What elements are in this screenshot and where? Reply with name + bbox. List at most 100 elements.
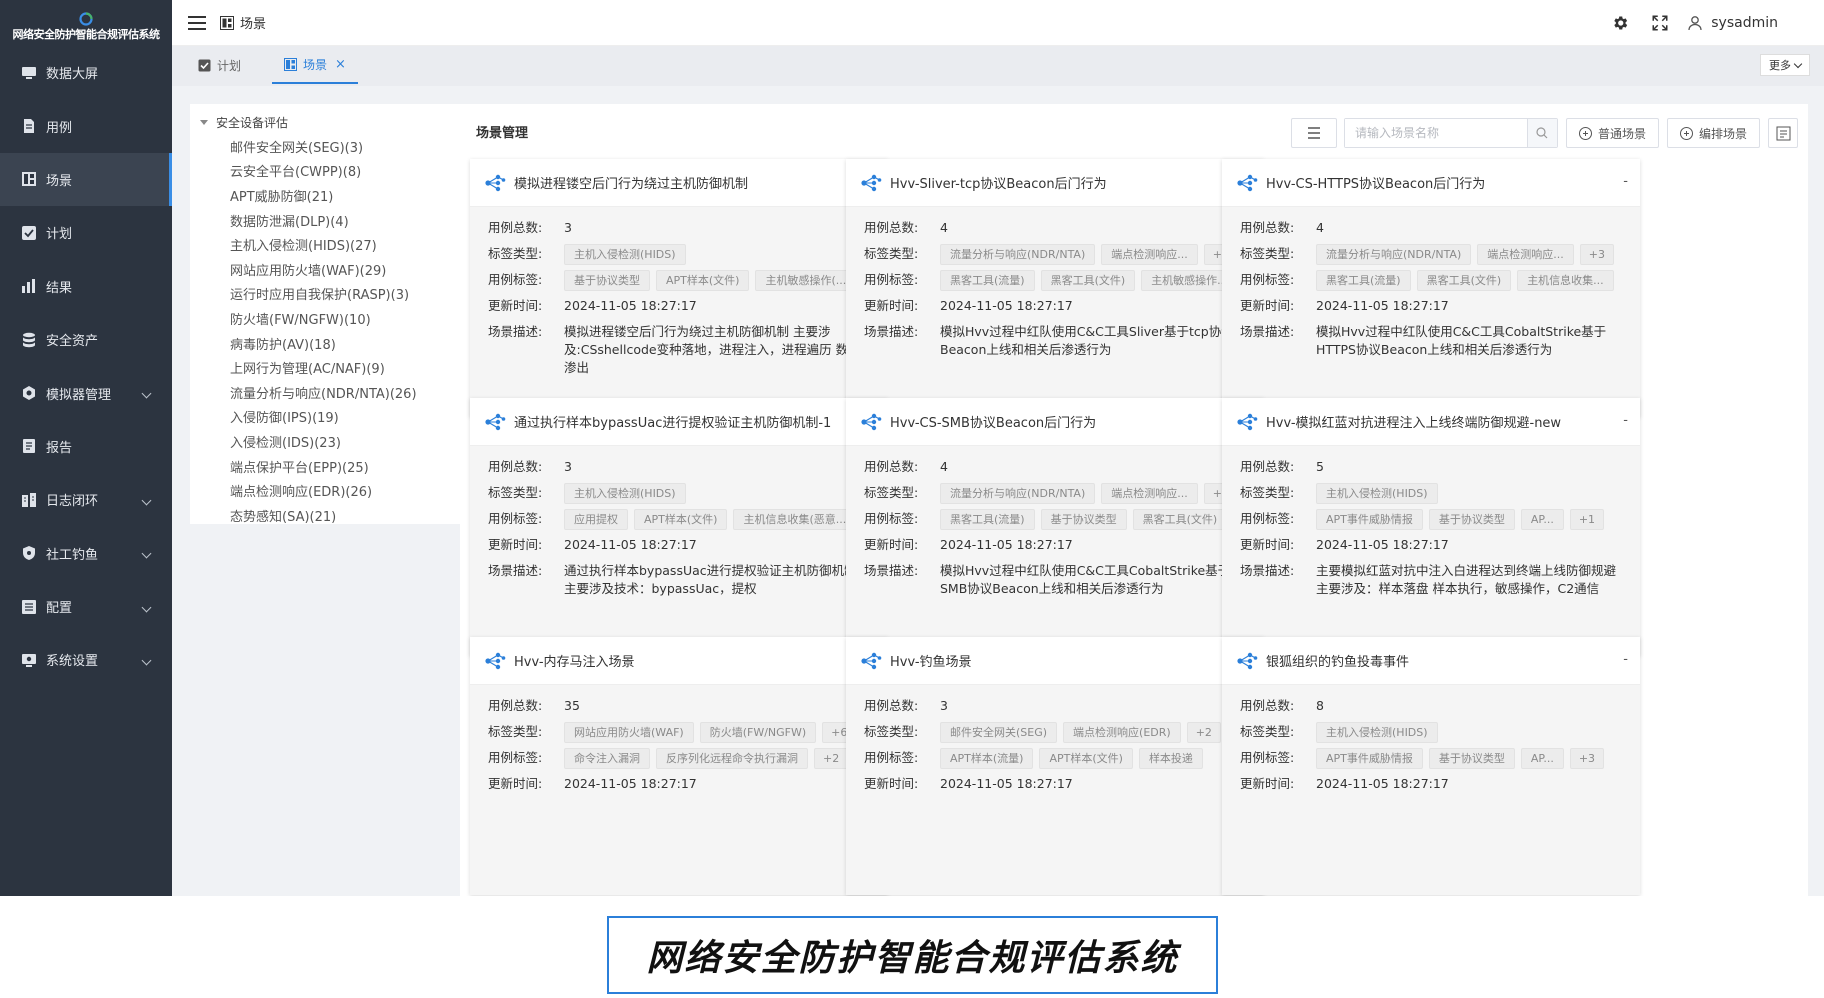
card-menu-button[interactable]: - [1623, 652, 1628, 667]
tree-node[interactable]: 防火墙(FW/NGFW)(10) [190, 306, 460, 331]
tree-node[interactable]: 流量分析与响应(NDR/NTA)(26) [190, 380, 460, 405]
close-icon[interactable]: × [335, 57, 346, 72]
tree-node[interactable]: 主机入侵检测(HIDS)(27) [190, 232, 460, 257]
card-header[interactable]: 通过执行样本bypassUac进行提权验证主机防御机制-1 - [470, 398, 888, 446]
scene-card[interactable]: Hvv-Sliver-tcp协议Beacon后门行为 - 用例总数: 4 标签类型… [846, 159, 1264, 417]
field-label: 更新时间: [864, 537, 919, 552]
tree-node[interactable]: 病毒防护(AV)(18) [190, 331, 460, 356]
tree-node[interactable]: 入侵防御(IPS)(19) [190, 405, 460, 430]
export-button[interactable] [1768, 118, 1798, 148]
tag: APT样本(文件) [656, 269, 750, 291]
scene-card[interactable]: 通过执行样本bypassUac进行提权验证主机防御机制-1 - 用例总数: 3 标… [470, 398, 888, 656]
more-tabs-button[interactable]: 更多 [1760, 54, 1810, 76]
field-label: 用例总数: [1240, 698, 1295, 713]
tag: +3 [1569, 747, 1605, 769]
bottom-banner: 网络安全防护智能合规评估系统 [0, 896, 1824, 998]
scene-card[interactable]: Hvv-模拟红蓝对抗进程注入上线终端防御规避-new - 用例总数: 5 标签类型… [1222, 398, 1640, 656]
tag: 基于协议类型 [1428, 508, 1515, 530]
add-orchestrate-scene-button[interactable]: 编排场景 [1666, 118, 1760, 148]
sidebar: 网络安全防护智能合规评估系统 数据大屏 用例 场景 计划 结果 安全资产 模拟器… [0, 0, 172, 896]
add-normal-scene-button[interactable]: 普通场景 [1565, 118, 1659, 148]
sidebar-item-8[interactable]: 日志闭环 [0, 473, 172, 526]
tree-node[interactable]: 网站应用防火墙(WAF)(29) [190, 257, 460, 282]
field-label: 标签类型: [488, 485, 543, 500]
sidebar-item-10[interactable]: 配置 [0, 580, 172, 633]
list-view-button[interactable] [1290, 118, 1337, 148]
scene-card[interactable]: Hvv-CS-SMB协议Beacon后门行为 - 用例总数: 4 标签类型: 流量分… [846, 398, 1264, 656]
tag: +1 [1569, 508, 1605, 530]
tree-node[interactable]: 入侵检测(IDS)(23) [190, 429, 460, 454]
search-button[interactable] [1526, 119, 1557, 147]
scene-card[interactable]: 模拟进程镂空后门行为绕过主机防御机制 - 用例总数: 3 标签类型: 主机入侵检测(… [470, 159, 888, 417]
sidebar-item-label: 日志闭环 [46, 494, 99, 510]
card-menu-button[interactable]: - [1623, 413, 1628, 428]
tree-node[interactable]: 运行时应用自我保护(RASP)(3) [190, 282, 460, 307]
card-title: Hvv-CS-SMB协议Beacon后门行为 [890, 416, 1097, 431]
tree-node[interactable]: 上网行为管理(AC/NAF)(9) [190, 355, 460, 380]
card-menu-button[interactable]: - [1623, 174, 1628, 189]
sidebar-item-label: 结果 [46, 280, 73, 296]
hamburger-menu-icon[interactable] [188, 15, 206, 30]
tree-node[interactable]: 云安全平台(CWPP)(8) [190, 159, 460, 184]
card-header[interactable]: 模拟进程镂空后门行为绕过主机防御机制 - [470, 159, 888, 207]
sidebar-item-0[interactable]: 数据大屏 [0, 46, 172, 99]
database-icon [20, 331, 38, 349]
card-header[interactable]: Hvv-CS-HTTPS协议Beacon后门行为 - [1222, 159, 1640, 207]
sidebar-item-2[interactable]: 场景 [0, 152, 172, 207]
tree-node[interactable]: 端点保护平台(EPP)(25) [190, 454, 460, 479]
case-tag-list: APT事件威胁情报 基于协议类型 AP... +1 [1316, 506, 1610, 532]
sidebar-item-1[interactable]: 用例 [0, 99, 172, 152]
banner-title: 网络安全防护智能合规评估系统 [646, 938, 1179, 979]
tree-node[interactable]: 端点检测响应(EDR)(26) [190, 478, 460, 503]
field-label: 更新时间: [864, 776, 919, 791]
tab-plan[interactable]: 计划 [198, 46, 241, 84]
topology-icon [861, 652, 882, 669]
case-tag-list: APT事件威胁情报 基于协议类型 AP... +3 [1316, 745, 1610, 771]
card-header[interactable]: Hvv-Sliver-tcp协议Beacon后门行为 - [846, 159, 1264, 207]
card-header[interactable]: Hvv-钓鱼场景 - [846, 637, 1264, 685]
tag: 流量分析与响应(NDR/NTA) [1316, 243, 1472, 265]
sidebar-item-4[interactable]: 结果 [0, 260, 172, 313]
card-header[interactable]: Hvv-CS-SMB协议Beacon后门行为 - [846, 398, 1264, 446]
updated-time: 2024-11-05 18:27:17 [1316, 776, 1449, 791]
search-icon [1536, 127, 1548, 139]
case-count: 4 [940, 220, 948, 235]
sidebar-item-5[interactable]: 安全资产 [0, 313, 172, 366]
sidebar-item-3[interactable]: 计划 [0, 206, 172, 259]
tree-node[interactable]: 邮件安全网关(SEG)(3) [190, 134, 460, 159]
updated-time: 2024-11-05 18:27:17 [564, 776, 697, 791]
chevron-down-icon [141, 495, 152, 506]
report-icon [20, 437, 38, 455]
tab-scene[interactable]: 场景 × [272, 46, 358, 84]
card-header[interactable]: Hvv-内存马注入场景 - [470, 637, 888, 685]
tree-node[interactable]: APT威胁防御(21) [190, 183, 460, 208]
fullscreen-icon[interactable] [1649, 12, 1671, 34]
case-tag-list: 黑客工具(流量) 黑客工具(文件) 主机信息收集... [1316, 267, 1620, 293]
card-title: Hvv-内存马注入场景 [514, 655, 635, 670]
updated-time: 2024-11-05 18:27:17 [564, 537, 697, 552]
gear-icon[interactable] [1609, 12, 1631, 34]
scene-card[interactable]: Hvv-内存马注入场景 - 用例总数: 35 标签类型: 网站应用防火墙(WAF)防… [470, 637, 888, 895]
card-body: 用例总数: 3 标签类型: 主机入侵检测(HIDS) 用例标签: 基于协议类型 APT样… [470, 207, 888, 377]
user-menu[interactable]: sysadmin [1687, 15, 1778, 31]
tag: 命令注入漏洞 [564, 747, 650, 769]
sidebar-item-9[interactable]: 社工钓鱼 [0, 527, 172, 580]
tag-type-list: 流量分析与响应(NDR/NTA) 端点检测响应... +3 [1316, 241, 1620, 267]
sidebar-item-11[interactable]: 系统设置 [0, 633, 172, 686]
card-body: 用例总数: 35 标签类型: 网站应用防火墙(WAF) 防火墙(FW/NGFW) +6 … [470, 685, 888, 797]
updated-time: 2024-11-05 18:27:17 [940, 776, 1073, 791]
field-label: 用例总数: [1240, 459, 1295, 474]
card-header[interactable]: Hvv-模拟红蓝对抗进程注入上线终端防御规避-new - [1222, 398, 1640, 446]
card-header[interactable]: 银狐组织的钓鱼投毒事件 - [1222, 637, 1640, 685]
scene-card[interactable]: 银狐组织的钓鱼投毒事件 - 用例总数: 8 标签类型: 主机入侵检测(HIDS) 用… [1222, 637, 1640, 895]
field-label: 标签类型: [1240, 246, 1295, 261]
tree-node[interactable]: 数据防泄漏(DLP)(4) [190, 208, 460, 233]
scene-card[interactable]: Hvv-钓鱼场景 - 用例总数: 3 标签类型: 邮件安全网关(SEG)端点检测响应… [846, 637, 1264, 895]
search-input[interactable] [1344, 119, 1527, 147]
tree-root-node[interactable]: 安全设备评估 [190, 110, 460, 134]
sidebar-item-6[interactable]: 模拟器管理 [0, 366, 172, 419]
sidebar-item-7[interactable]: 报告 [0, 420, 172, 473]
scene-card[interactable]: Hvv-CS-HTTPS协议Beacon后门行为 - 用例总数: 4 标签类型: 流… [1222, 159, 1640, 417]
tag: 主机敏感操作(... [755, 269, 857, 291]
tree-node[interactable]: 态势感知(SA)(21) [190, 503, 460, 528]
